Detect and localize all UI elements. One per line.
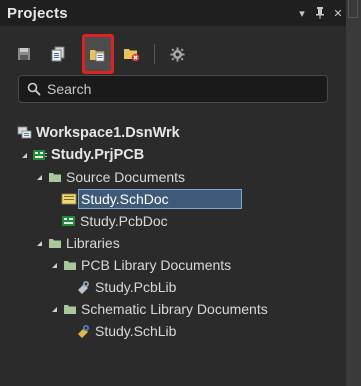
- tree-item-workspace[interactable]: Workspace1.DsnWrk: [0, 122, 345, 144]
- source-documents-label: Source Documents: [66, 169, 186, 185]
- pcb-library-documents-label: PCB Library Documents: [81, 257, 232, 273]
- panel-toolbar: [10, 32, 197, 76]
- search-input[interactable]: [47, 81, 327, 97]
- schematic-document-icon: [61, 192, 77, 206]
- tree-item-source-documents[interactable]: Source Documents: [0, 166, 345, 188]
- tree-item-libraries[interactable]: Libraries: [0, 232, 345, 254]
- folder-icon: [47, 236, 63, 250]
- search-box[interactable]: [18, 75, 328, 103]
- tree-item-pcbdoc[interactable]: Study.PcbDoc: [0, 210, 345, 232]
- tree-item-pcb-library-documents[interactable]: PCB Library Documents: [0, 254, 345, 276]
- project-folder-icon[interactable]: [82, 34, 114, 74]
- toolbar-separator: [154, 44, 155, 64]
- folder-icon: [47, 170, 63, 184]
- expanded-arrow-icon[interactable]: [35, 239, 43, 247]
- pcbdoc-label: Study.PcbDoc: [80, 213, 168, 229]
- panel-title: Projects: [7, 4, 68, 22]
- expanded-arrow-icon[interactable]: [20, 151, 28, 159]
- schdoc-label: Study.SchDoc: [78, 189, 242, 209]
- schlib-label: Study.SchLib: [95, 323, 177, 339]
- workspace-label: Workspace1.DsnWrk: [36, 125, 180, 141]
- project-label: Study.PrjPCB: [51, 147, 145, 163]
- libraries-label: Libraries: [66, 235, 120, 251]
- folder-close-icon[interactable]: [118, 40, 146, 68]
- project-tree: Workspace1.DsnWrk Study.PrjPCB Source Do…: [0, 122, 345, 342]
- panel-title-bar: Projects ▾ ✕: [0, 0, 347, 26]
- folder-icon: [62, 302, 78, 316]
- schematic-library-icon: [76, 324, 92, 338]
- panel-menu-icon[interactable]: ▾: [297, 7, 307, 20]
- tree-item-pcblib[interactable]: Study.PcbLib: [0, 276, 345, 298]
- pcb-document-icon: [61, 214, 77, 228]
- tree-item-schdoc[interactable]: Study.SchDoc: [0, 188, 345, 210]
- folder-icon: [62, 258, 78, 272]
- panel-edge-strip: [346, 0, 360, 386]
- tree-item-schematic-library-documents[interactable]: Schematic Library Documents: [0, 298, 345, 320]
- workspace-icon: [17, 126, 33, 140]
- expanded-arrow-icon[interactable]: [35, 173, 43, 181]
- pcblib-label: Study.PcbLib: [95, 279, 177, 295]
- pin-icon[interactable]: [315, 7, 325, 19]
- save-icon[interactable]: [10, 40, 38, 68]
- copy-documents-icon[interactable]: [44, 40, 72, 68]
- tree-item-schlib[interactable]: Study.SchLib: [0, 320, 345, 342]
- pcb-project-icon: [32, 148, 48, 162]
- schematic-library-documents-label: Schematic Library Documents: [81, 301, 268, 317]
- title-bar-buttons: ▾ ✕: [297, 0, 343, 26]
- projects-panel: Projects ▾ ✕ Search Workspace1.DsnWrk St…: [0, 0, 361, 386]
- close-icon[interactable]: ✕: [333, 7, 343, 20]
- pcb-library-icon: [76, 280, 92, 294]
- tree-item-project[interactable]: Study.PrjPCB: [0, 144, 345, 166]
- expanded-arrow-icon[interactable]: [50, 305, 58, 313]
- search-icon: [27, 82, 41, 96]
- edge-tab: [348, 0, 358, 18]
- expanded-arrow-icon[interactable]: [50, 261, 58, 269]
- gear-icon[interactable]: [163, 40, 191, 68]
